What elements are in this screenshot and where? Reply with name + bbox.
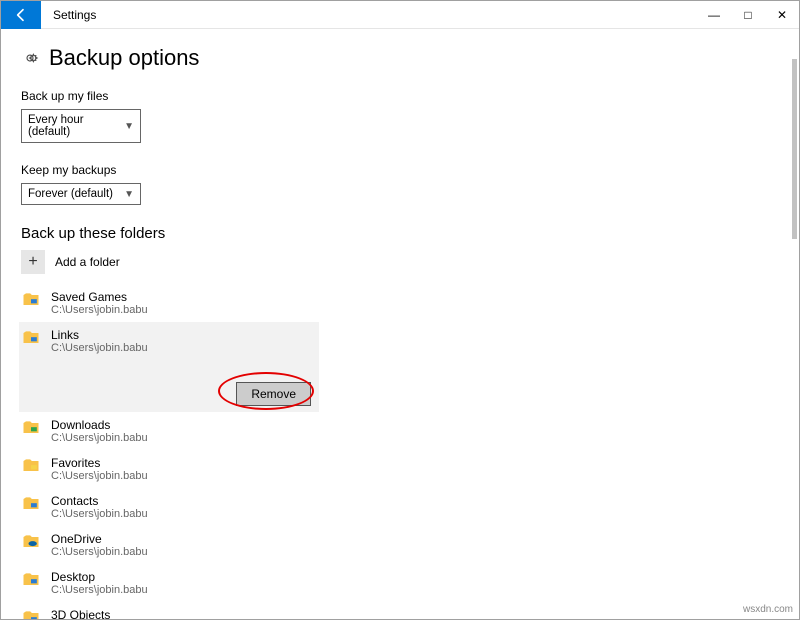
folder-text: 3D ObjectsC:\Users\jobin.babu: [51, 608, 148, 619]
maximize-button[interactable]: □: [731, 1, 765, 29]
folder-row[interactable]: ContactsC:\Users\jobin.babu: [19, 488, 779, 526]
plus-icon: +: [21, 250, 45, 274]
folder-icon: [21, 328, 41, 348]
folders-heading: Back up these folders: [21, 225, 779, 242]
close-button[interactable]: ✕: [765, 1, 799, 29]
backup-freq-label: Back up my files: [21, 89, 779, 103]
folder-name: Saved Games: [51, 290, 148, 304]
folder-icon: [21, 608, 41, 619]
watermark: wsxdn.com: [743, 604, 793, 615]
titlebar: Settings — □ ✕: [1, 1, 799, 29]
folder-row[interactable]: Saved GamesC:\Users\jobin.babu: [19, 284, 779, 322]
backup-freq-value: Every hour (default): [28, 114, 124, 138]
folder-text: OneDriveC:\Users\jobin.babu: [51, 532, 148, 558]
back-button[interactable]: [1, 1, 41, 29]
window-title: Settings: [53, 8, 96, 22]
folder-path: C:\Users\jobin.babu: [51, 432, 148, 444]
backup-freq-dropdown[interactable]: Every hour (default) ▼: [21, 109, 141, 143]
folder-name: Downloads: [51, 418, 148, 432]
remove-button[interactable]: Remove: [236, 382, 311, 406]
folder-path: C:\Users\jobin.babu: [51, 584, 148, 596]
folder-path: C:\Users\jobin.babu: [51, 470, 148, 482]
folder-name: Favorites: [51, 456, 148, 470]
add-folder-button[interactable]: + Add a folder: [21, 250, 779, 274]
gear-icon: [21, 49, 39, 67]
folder-name: Contacts: [51, 494, 148, 508]
folder-name: Links: [51, 328, 148, 342]
chevron-down-icon: ▼: [124, 121, 134, 132]
chevron-down-icon: ▼: [124, 189, 134, 200]
folder-row[interactable]: DesktopC:\Users\jobin.babu: [19, 564, 779, 602]
folder-name: 3D Objects: [51, 608, 148, 619]
folder-text: FavoritesC:\Users\jobin.babu: [51, 456, 148, 482]
folder-path: C:\Users\jobin.babu: [51, 342, 148, 354]
folder-row[interactable]: 3D ObjectsC:\Users\jobin.babu: [19, 602, 779, 619]
folder-row[interactable]: DownloadsC:\Users\jobin.babu: [19, 412, 779, 450]
folder-name: OneDrive: [51, 532, 148, 546]
minimize-button[interactable]: —: [697, 1, 731, 29]
folder-text: ContactsC:\Users\jobin.babu: [51, 494, 148, 520]
scrollbar[interactable]: [792, 59, 797, 239]
folder-icon: [21, 570, 41, 590]
window-controls: — □ ✕: [697, 1, 799, 29]
content-area: Backup options Back up my files Every ho…: [1, 29, 799, 619]
folder-icon: [21, 494, 41, 514]
folder-text: DownloadsC:\Users\jobin.babu: [51, 418, 148, 444]
folder-icon: [21, 532, 41, 552]
folder-icon: [21, 456, 41, 476]
folder-path: C:\Users\jobin.babu: [51, 508, 148, 520]
folder-list: Saved GamesC:\Users\jobin.babuLinksC:\Us…: [19, 284, 779, 619]
folder-text: Saved GamesC:\Users\jobin.babu: [51, 290, 148, 316]
keep-label: Keep my backups: [21, 163, 779, 177]
folder-path: C:\Users\jobin.babu: [51, 546, 148, 558]
folder-row[interactable]: FavoritesC:\Users\jobin.babu: [19, 450, 779, 488]
add-folder-label: Add a folder: [55, 255, 120, 269]
page-header: Backup options: [21, 45, 779, 71]
page-title: Backup options: [49, 45, 199, 71]
keep-value: Forever (default): [28, 188, 113, 200]
folder-text: DesktopC:\Users\jobin.babu: [51, 570, 148, 596]
folder-row-selected[interactable]: LinksC:\Users\jobin.babu Remove: [19, 322, 319, 412]
folder-text: LinksC:\Users\jobin.babu: [51, 328, 148, 354]
keep-dropdown[interactable]: Forever (default) ▼: [21, 183, 141, 205]
folder-icon: [21, 290, 41, 310]
folder-icon: [21, 418, 41, 438]
folder-row[interactable]: OneDriveC:\Users\jobin.babu: [19, 526, 779, 564]
arrow-left-icon: [13, 7, 29, 23]
folder-name: Desktop: [51, 570, 148, 584]
folder-path: C:\Users\jobin.babu: [51, 304, 148, 316]
